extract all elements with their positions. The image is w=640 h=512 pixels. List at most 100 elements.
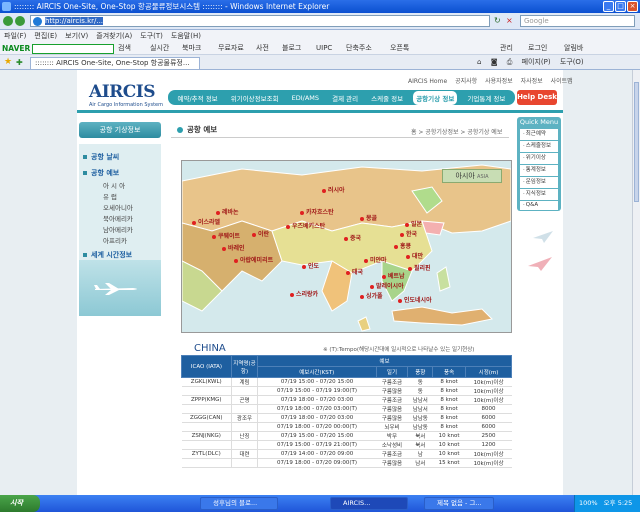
naver-search-button[interactable]: 검색 (118, 42, 131, 55)
task-blog[interactable]: 성후님의 블로... (200, 497, 278, 510)
top-link-userinfo[interactable]: 사용자정보 (485, 78, 513, 85)
menu-file[interactable]: 파일(F) (4, 32, 26, 40)
add-favorite-icon[interactable]: ✚ (16, 55, 23, 70)
left-menu-airport-forecast[interactable]: 공항 예보 (83, 168, 119, 178)
menu-view[interactable]: 보기(V) (65, 32, 88, 40)
left-sub-asia[interactable]: 아 시 아 (103, 180, 125, 190)
naver-item-bookmark[interactable]: 북마크 (182, 42, 201, 55)
left-menu-world-time[interactable]: 세계 시간정보 (83, 250, 132, 260)
zoom-level[interactable]: 100% (579, 499, 598, 507)
city-russia[interactable]: 러시아 (322, 185, 345, 194)
cell-wind-speed: 15 knot (432, 458, 466, 468)
city-kazakhstan[interactable]: 카자흐스탄 (300, 207, 334, 216)
quick-menu-item[interactable]: 지식정보 (520, 189, 558, 200)
page-menu[interactable]: 페이지(P) (522, 58, 551, 66)
naver-item-blog[interactable]: 블로그 (282, 42, 301, 55)
top-link-sitemap[interactable]: 사이트맵 (551, 78, 573, 85)
home-icon[interactable]: ⌂ (477, 58, 481, 66)
city-uae[interactable]: 아랍에미리트 (234, 255, 273, 264)
task-paint[interactable]: 제목 없음 - 그... (424, 497, 494, 510)
vertical-scrollbar[interactable] (632, 70, 640, 495)
city-india[interactable]: 인도 (302, 261, 319, 270)
top-link-home[interactable]: AIRCIS Home (408, 78, 447, 85)
top-link-notice[interactable]: 공지사항 (455, 78, 477, 85)
nav-reservation[interactable]: 예약/추적 정보 (175, 91, 221, 105)
search-input[interactable]: Google (520, 15, 635, 27)
city-thailand[interactable]: 태국 (346, 267, 363, 276)
print-icon[interactable]: ⎙ (507, 58, 513, 66)
aircis-logo[interactable]: AIRCIS Air Cargo Information System (89, 82, 163, 108)
menu-help[interactable]: 도움말(H) (171, 32, 201, 40)
city-lebanon[interactable]: 레바논 (216, 207, 239, 216)
top-link-company[interactable]: 자사정보 (521, 78, 543, 85)
city-srilanka[interactable]: 스리랑카 (290, 289, 318, 298)
maximize-button[interactable]: □ (615, 1, 626, 12)
naver-item-alertbar[interactable]: 알림바 (564, 42, 583, 55)
naver-item-login[interactable]: 로그인 (528, 42, 547, 55)
city-indonesia[interactable]: 인도네시아 (398, 295, 432, 304)
nav-schedule[interactable]: 스케줄 정보 (368, 91, 406, 105)
city-iran[interactable]: 이란 (252, 229, 269, 238)
city-myanmar[interactable]: 미얀마 (364, 255, 387, 264)
close-button[interactable]: × (627, 1, 638, 12)
naver-item-realtime[interactable]: 실시간 (150, 42, 169, 55)
feeds-icon[interactable]: ◙ (491, 58, 498, 66)
city-singapore[interactable]: 싱가폴 (360, 291, 383, 300)
naver-item-free[interactable]: 무료자료 (218, 42, 244, 55)
forward-icon[interactable] (15, 16, 25, 26)
city-hongkong[interactable]: 홍콩 (394, 241, 411, 250)
tab-aircis[interactable]: :::::::: AIRCIS One-Site, One-Stop 항공물류정… (30, 57, 200, 69)
stop-icon[interactable]: × (506, 16, 513, 25)
menu-favorites[interactable]: 즐겨찾기(A) (96, 32, 132, 40)
menu-tools[interactable]: 도구(T) (140, 32, 163, 40)
left-sub-europe[interactable]: 유 럽 (103, 191, 117, 201)
city-mongolia[interactable]: 몽골 (360, 213, 377, 222)
minimize-button[interactable]: _ (603, 1, 614, 12)
quick-menu-item[interactable]: 최근예약 (520, 129, 558, 140)
address-input[interactable]: http://aircis.kr/... (30, 15, 490, 27)
menu-edit[interactable]: 편집(E) (34, 32, 57, 40)
quick-menu-item[interactable]: Q&A (520, 201, 558, 210)
naver-item-opentalk[interactable]: 오픈톡 (390, 42, 409, 55)
naver-item-shorturl[interactable]: 단축주소 (346, 42, 372, 55)
nav-statistics[interactable]: 기업통계 정보 (464, 91, 508, 105)
naver-item-manage[interactable]: 관리 (500, 42, 513, 55)
city-taiwan[interactable]: 대만 (406, 251, 423, 260)
left-sub-oceania[interactable]: 오세아니아 (103, 202, 133, 212)
city-japan[interactable]: 일본 (405, 219, 422, 228)
left-sub-south-america[interactable]: 남아메리카 (103, 224, 133, 234)
quick-menu-item[interactable]: 운임정보 (520, 177, 558, 188)
naver-search-input[interactable] (32, 44, 114, 54)
naver-item-uipc[interactable]: UIPC (316, 42, 332, 55)
city-uzbekistan[interactable]: 우즈베키스탄 (286, 221, 325, 230)
city-malaysia[interactable]: 말레이시아 (370, 281, 404, 290)
quick-menu-item[interactable]: 통계정보 (520, 165, 558, 176)
city-israel[interactable]: 이스라엘 (192, 217, 220, 226)
left-sub-north-america[interactable]: 북아메리카 (103, 213, 133, 223)
task-aircis[interactable]: AIRCIS... (330, 497, 408, 510)
city-china[interactable]: 중국 (344, 233, 361, 242)
page-viewport: AIRCIS Home 공지사항 사용자정보 자사정보 사이트맵 AIRCIS … (0, 70, 632, 495)
naver-item-dictionary[interactable]: 사전 (256, 42, 269, 55)
city-kuwait[interactable]: 쿠웨이트 (212, 231, 240, 240)
quick-menu-item[interactable]: 스케줄정보 (520, 141, 558, 152)
nav-payment[interactable]: 결제 관리 (329, 91, 361, 105)
scrollbar-thumb[interactable] (634, 82, 639, 202)
start-button[interactable]: 시작 (0, 495, 40, 512)
nav-crisis[interactable]: 위기이상정보조회 (228, 91, 282, 105)
refresh-icon[interactable]: ↻ (494, 16, 501, 25)
favorites-star-icon[interactable]: ★ (4, 55, 12, 70)
helpdesk-button[interactable]: Help Desk (517, 90, 557, 105)
tools-menu[interactable]: 도구(O) (560, 58, 584, 66)
nav-edi-ams[interactable]: EDI/AMS (289, 92, 322, 104)
city-philippines[interactable]: 필리핀 (408, 263, 431, 272)
left-menu-airport-weather[interactable]: 공항 날씨 (83, 152, 119, 162)
quick-menu-item[interactable]: 위기이상 (520, 153, 558, 164)
nav-airport-weather[interactable]: 공항기상 정보 (413, 90, 458, 105)
region-title: CHINA (194, 343, 226, 354)
city-korea[interactable]: 한국 (400, 229, 417, 238)
city-bahrain[interactable]: 바레인 (222, 243, 245, 252)
city-vietnam[interactable]: 베트남 (382, 271, 405, 280)
back-icon[interactable] (3, 16, 13, 26)
left-sub-africa[interactable]: 아프리카 (103, 235, 127, 245)
